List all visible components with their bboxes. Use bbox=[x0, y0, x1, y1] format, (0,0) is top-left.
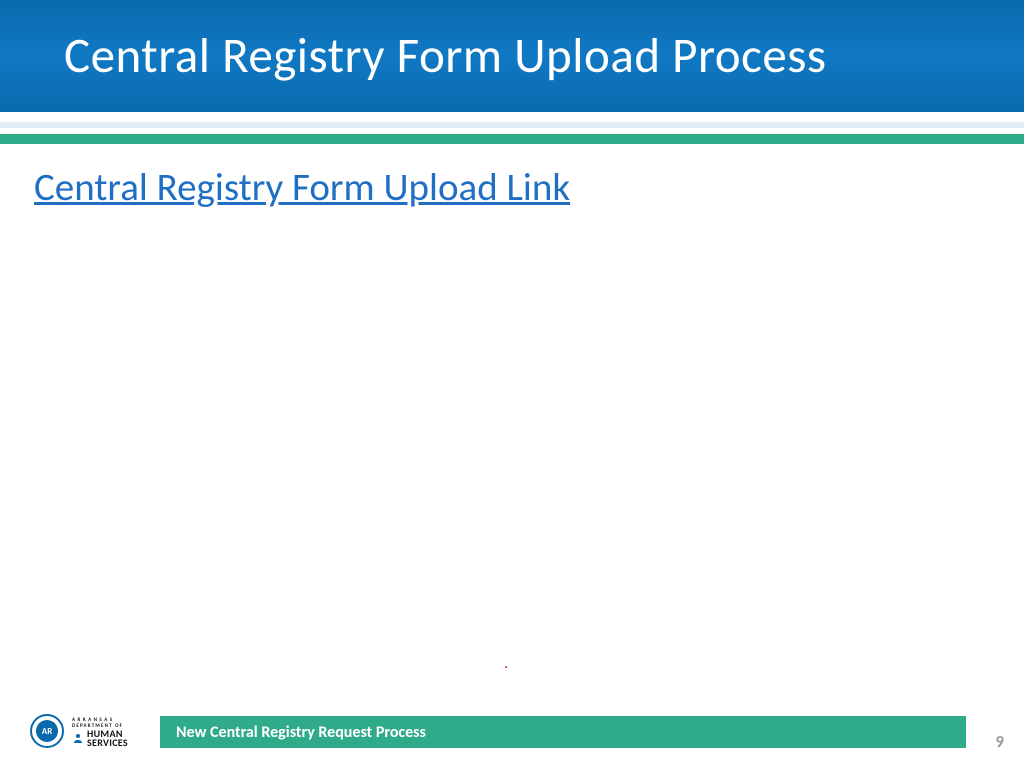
page-number: 9 bbox=[995, 731, 1004, 752]
divider-grey bbox=[0, 122, 1024, 128]
divider-teal bbox=[0, 134, 1024, 144]
slide-body: Central Registry Form Upload Link bbox=[34, 164, 990, 211]
dept-logo: ARKANSAS DEPARTMENT OF HUMAN SERVICES bbox=[72, 716, 150, 748]
marker-dot: . bbox=[504, 654, 508, 673]
slide: Central Registry Form Upload Process Cen… bbox=[0, 0, 1024, 768]
footer: AR ARKANSAS DEPARTMENT OF HUMAN SERVICES… bbox=[0, 712, 1024, 752]
title-bar: Central Registry Form Upload Process bbox=[0, 0, 1024, 112]
footer-bar: New Central Registry Request Process bbox=[160, 716, 966, 748]
dept-main2: SERVICES bbox=[87, 738, 128, 747]
slide-title: Central Registry Form Upload Process bbox=[64, 26, 827, 86]
person-star-icon bbox=[72, 732, 84, 744]
upload-link[interactable]: Central Registry Form Upload Link bbox=[34, 164, 570, 211]
seal-label: AR bbox=[36, 720, 58, 742]
state-seal-icon: AR bbox=[30, 714, 64, 748]
footer-title: New Central Registry Request Process bbox=[176, 723, 426, 742]
